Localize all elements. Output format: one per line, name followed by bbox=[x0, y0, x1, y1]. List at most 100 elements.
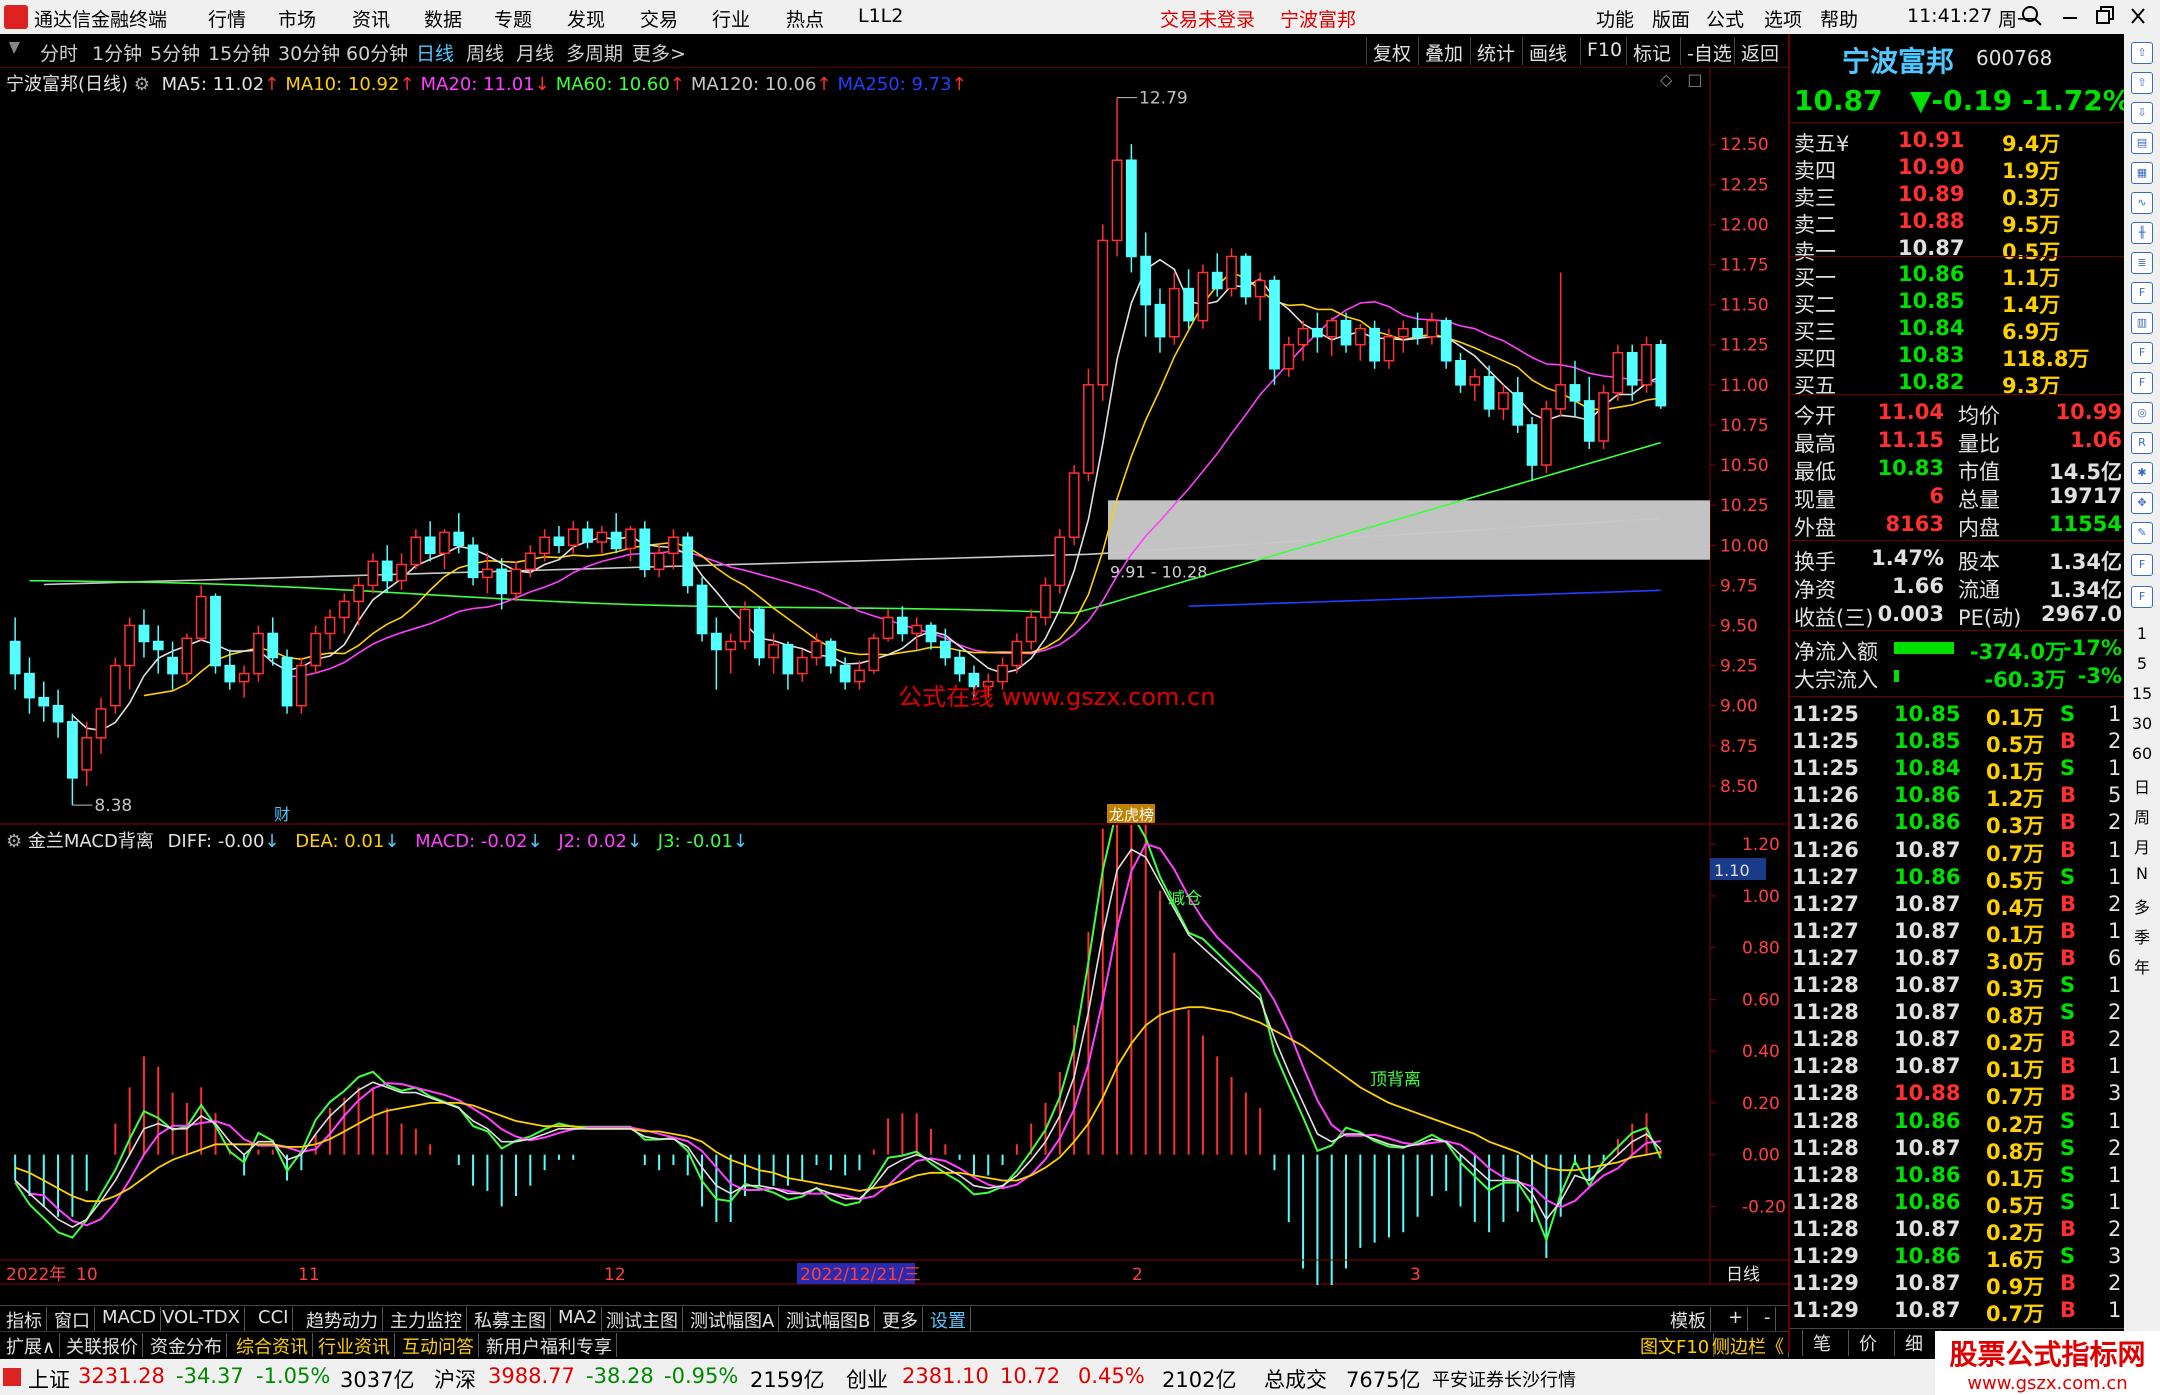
info-tab-6[interactable]: 新用户福利专享 bbox=[482, 1333, 617, 1358]
menu-item-5[interactable]: 发现 bbox=[567, 5, 605, 32]
toolbar-right-3[interactable]: 画线 bbox=[1522, 37, 1573, 65]
diamond-icon[interactable]: ◇ bbox=[1660, 70, 1672, 89]
period-shortcut-10[interactable]: 季 bbox=[2124, 924, 2160, 948]
indicator-tab-3[interactable]: VOL-TDX bbox=[158, 1307, 245, 1331]
move-icon[interactable]: ✥ bbox=[2131, 492, 2153, 514]
menu-item-9[interactable]: L1L2 bbox=[858, 5, 903, 27]
line-icon[interactable]: ∿ bbox=[2131, 192, 2153, 214]
info-tab-4[interactable]: 行业资讯 bbox=[314, 1333, 395, 1358]
down-arrow-icon[interactable]: ⇩ bbox=[2131, 102, 2153, 124]
sell-row-1[interactable]: 卖四 10.90 1.9万 bbox=[1790, 153, 2126, 183]
indicator-tab-1[interactable]: 窗口 bbox=[50, 1307, 95, 1332]
f5-icon[interactable]: F bbox=[2131, 554, 2153, 576]
indicator-tab-5[interactable]: 趋势动力 bbox=[302, 1307, 383, 1332]
menu-item-8[interactable]: 热点 bbox=[786, 5, 824, 32]
period-tab-6[interactable]: 日线 bbox=[416, 39, 454, 66]
rsi-icon[interactable]: R bbox=[2131, 432, 2153, 454]
info-tab-3[interactable]: 综合资讯 bbox=[232, 1333, 313, 1358]
info-tab-5[interactable]: 互动问答 bbox=[398, 1333, 479, 1358]
period-tab-2[interactable]: 5分钟 bbox=[150, 39, 200, 66]
sz-label[interactable]: 沪深 bbox=[434, 1364, 476, 1394]
f3-icon[interactable]: F bbox=[2131, 372, 2153, 394]
flow-row-0[interactable]: 净流入额 -374.0万 -17% bbox=[1790, 634, 2126, 664]
buy-row-1[interactable]: 买二 10.85 1.4万 bbox=[1790, 287, 2126, 317]
period-shortcut-4[interactable]: 60 bbox=[2124, 744, 2160, 763]
period-tab-4[interactable]: 30分钟 bbox=[278, 39, 340, 66]
period-tab-3[interactable]: 15分钟 bbox=[208, 39, 270, 66]
menu-item-4[interactable]: 专题 bbox=[494, 5, 532, 32]
period-tab-7[interactable]: 周线 bbox=[466, 39, 504, 66]
menu-item-3[interactable]: 数据 bbox=[424, 5, 462, 32]
menu-item-2[interactable]: 资讯 bbox=[352, 5, 390, 32]
tabs2-right-1[interactable]: 侧边栏《 bbox=[1708, 1333, 1789, 1358]
tabs2-right-0[interactable]: 图文F10 bbox=[1636, 1333, 1715, 1358]
search-icon[interactable] bbox=[2020, 2, 2044, 35]
indicator-tab-9[interactable]: 测试主图 bbox=[602, 1307, 683, 1332]
menu-item-0[interactable]: 行情 bbox=[208, 5, 246, 32]
period-tab-0[interactable]: 分时 bbox=[40, 39, 78, 66]
menu-right-item-0[interactable]: 功能 bbox=[1596, 5, 1634, 32]
collapse-icon[interactable] bbox=[6, 38, 22, 65]
indicator-tab-10[interactable]: 测试幅图A bbox=[686, 1307, 780, 1332]
toolbar-right-2[interactable]: 统计 bbox=[1470, 37, 1521, 65]
buy-row-2[interactable]: 买三 10.84 6.9万 bbox=[1790, 314, 2126, 344]
tabs1-right-1[interactable]: + bbox=[1724, 1307, 1749, 1331]
indicator-tab-11[interactable]: 测试幅图B bbox=[782, 1307, 876, 1332]
indicator-tab-8[interactable]: MA2 bbox=[554, 1307, 603, 1331]
indicator-tab-12[interactable]: 更多 bbox=[878, 1307, 923, 1332]
restore-icon[interactable] bbox=[2094, 2, 2114, 35]
info-tab-2[interactable]: 资金分布 bbox=[146, 1333, 227, 1358]
buy-row-0[interactable]: 买一 10.86 1.1万 bbox=[1790, 260, 2126, 290]
period-tab-8[interactable]: 月线 bbox=[516, 39, 554, 66]
period-tab-10[interactable]: 更多> bbox=[632, 39, 686, 66]
sh-label[interactable]: 上证 bbox=[28, 1364, 70, 1394]
info-tab-0[interactable]: 扩展∧ bbox=[2, 1333, 61, 1358]
period-tab-9[interactable]: 多周期 bbox=[566, 39, 623, 66]
indicator-tab-2[interactable]: MACD bbox=[98, 1307, 161, 1331]
info-tab-1[interactable]: 关联报价 bbox=[62, 1333, 143, 1358]
menu-item-6[interactable]: 交易 bbox=[640, 5, 678, 32]
menu-right-item-2[interactable]: 公式 bbox=[1706, 5, 1744, 32]
toolbar-right-0[interactable]: 复权 bbox=[1366, 37, 1417, 65]
tabs1-right-0[interactable]: 模板 bbox=[1666, 1307, 1711, 1332]
indicator-tab-0[interactable]: 指标 bbox=[2, 1307, 47, 1332]
kline-chart[interactable]: 12.50 12.25 12.00 11.75 11.50 11.25 11.00 10.75… bbox=[0, 68, 1788, 825]
chart-corner-icons[interactable]: ◇ □ bbox=[1660, 70, 1703, 89]
period-shortcut-0[interactable]: 1 bbox=[2124, 624, 2160, 643]
sell-row-0[interactable]: 卖五¥ 10.91 9.4万 bbox=[1790, 126, 2126, 156]
cy-label[interactable]: 创业 bbox=[846, 1364, 888, 1394]
period-shortcut-6[interactable]: 周 bbox=[2124, 804, 2160, 828]
doc-icon[interactable]: ≣ bbox=[2131, 252, 2153, 274]
menu-right-item-1[interactable]: 版面 bbox=[1652, 5, 1690, 32]
macd-settings-gear-icon[interactable]: ⚙ bbox=[6, 831, 28, 852]
period-shortcut-2[interactable]: 15 bbox=[2124, 684, 2160, 703]
menu-right-item-3[interactable]: 选项 bbox=[1764, 5, 1802, 32]
toolbar-right-1[interactable]: 叠加 bbox=[1418, 37, 1469, 65]
circle-icon[interactable]: ◎ bbox=[2131, 402, 2153, 424]
news-icon[interactable]: ▥ bbox=[2131, 312, 2153, 334]
indicator-tab-13[interactable]: 设置 bbox=[926, 1307, 971, 1332]
settings-gear-icon[interactable]: ⚙ bbox=[134, 74, 156, 95]
tick-tab-0[interactable]: 笔 bbox=[1802, 1330, 1831, 1356]
buy-row-4[interactable]: 买五 10.82 9.3万 bbox=[1790, 368, 2126, 398]
tabs1-right-2[interactable]: - bbox=[1760, 1307, 1776, 1331]
up-arrow-icon[interactable]: ⇧ bbox=[2131, 42, 2153, 64]
grid-icon[interactable]: ▦ bbox=[2131, 162, 2153, 184]
menu-item-7[interactable]: 行业 bbox=[712, 5, 750, 32]
sell-row-2[interactable]: 卖三 10.89 0.3万 bbox=[1790, 180, 2126, 210]
period-shortcut-11[interactable]: 年 bbox=[2124, 954, 2160, 978]
minimize-icon[interactable] bbox=[2060, 2, 2080, 35]
period-shortcut-5[interactable]: 日 bbox=[2124, 774, 2160, 798]
indicator-tab-7[interactable]: 私募主图 bbox=[470, 1307, 551, 1332]
period-shortcut-3[interactable]: 30 bbox=[2124, 714, 2160, 733]
flow-row-1[interactable]: 大宗流入 -60.3万 -3% bbox=[1790, 662, 2126, 692]
sell-row-3[interactable]: 卖二 10.88 9.5万 bbox=[1790, 207, 2126, 237]
tick-tab-2[interactable]: 细 bbox=[1894, 1330, 1923, 1356]
period-shortcut-9[interactable]: 多 bbox=[2124, 894, 2160, 918]
period-shortcut-1[interactable]: 5 bbox=[2124, 654, 2160, 673]
f6-icon[interactable]: F bbox=[2131, 586, 2153, 608]
period-shortcut-8[interactable]: N bbox=[2124, 864, 2160, 883]
period-tab-1[interactable]: 1分钟 bbox=[92, 39, 142, 66]
square-icon[interactable]: □ bbox=[1687, 70, 1702, 89]
menu-item-1[interactable]: 市场 bbox=[278, 5, 316, 32]
